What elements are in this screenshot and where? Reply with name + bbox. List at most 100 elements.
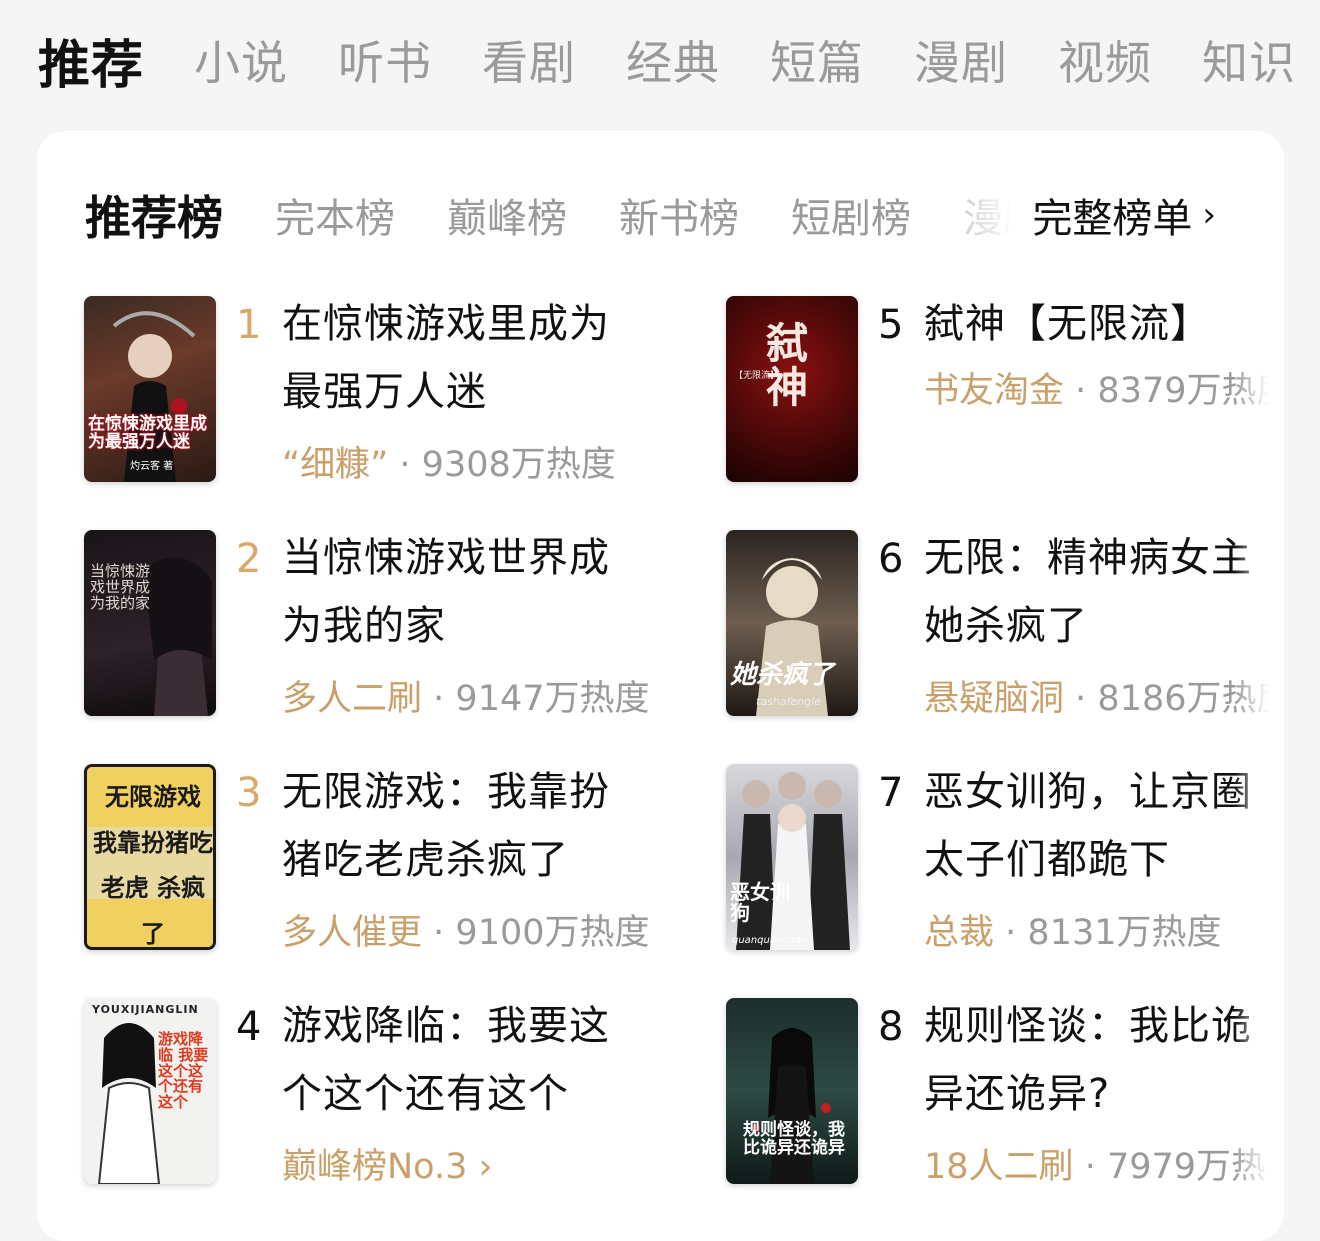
book-item[interactable]: 当惊悚游戏世界成为我的家 2 当惊悚游戏世界成 为我的家 多人二刷 · 9147… [84, 530, 650, 720]
book-tag: 悬疑脑洞 [924, 679, 1065, 719]
book-cover: 她杀疯了 tashafengle [726, 530, 858, 716]
book-heat: 7979万热度 [1106, 1147, 1269, 1187]
meta-separator: · [399, 445, 422, 485]
tab-audiobook[interactable]: 听书 [338, 27, 432, 93]
tab-knowledge[interactable]: 知识 [1202, 27, 1296, 93]
ranking-tabs-scroll[interactable]: 推荐榜 完本榜 巅峰榜 新书榜 短剧榜 漫剧榜 [85, 182, 1015, 248]
book-title-line: 游戏降临：我要这 [282, 1003, 610, 1049]
tab-shortdrama-list[interactable]: 短剧榜 [791, 186, 911, 244]
book-tag: 书友淘金 [924, 371, 1065, 411]
cover-art [144, 557, 212, 716]
book-meta: 多人二刷 · 9147万热度 [282, 670, 650, 721]
cover-en: YOUXIJIANGLIN [92, 1003, 199, 1016]
book-item[interactable]: 恶女训狗 quanquanquan 7 恶女训狗，让京圈 太子们都跪下 总裁 ·… [726, 764, 1286, 954]
book-cover: 在惊悚游戏里成为最强万人迷 灼云客 著 [84, 296, 216, 482]
book-meta[interactable]: 巅峰榜No.3 › [282, 1138, 493, 1189]
cover-title: 无限游戏 我靠扮猪吃老虎 杀疯了 [93, 783, 213, 948]
book-title-line: 她杀疯了 [924, 603, 1088, 649]
book-item[interactable]: 弑神 【无限流】 5 弑神【无限流】 书友淘金 · 8379万热度 [726, 296, 1286, 486]
book-meta: 总裁 · 8131万热度 [924, 904, 1269, 955]
rank-number: 6 [878, 536, 904, 582]
book-heat: 8186万热度 [1097, 679, 1269, 719]
book-cover: 当惊悚游戏世界成为我的家 [84, 530, 216, 716]
tab-video[interactable]: 视频 [1058, 27, 1152, 93]
meta-separator: · [1084, 1147, 1107, 1187]
cover-title: 当惊悚游戏世界成为我的家 [90, 562, 151, 612]
tab-drama[interactable]: 看剧 [482, 27, 576, 93]
book-meta: 书友淘金 · 8379万热度 [924, 362, 1269, 413]
book-item[interactable]: 她杀疯了 tashafengle 6 无限：精神病女主 她杀疯了 悬疑脑洞 · … [726, 530, 1286, 720]
book-tag: 多人二刷 [282, 679, 423, 719]
book-cover: YOUXIJIANGLIN 游戏降临 我要这个这个还有这个 [84, 998, 216, 1184]
book-title-line: 弑神【无限流】 [924, 301, 1211, 347]
book-title-line: 为我的家 [282, 603, 446, 649]
book-title-line: 当惊悚游戏世界成 [282, 535, 610, 581]
book-cover: 弑神 【无限流】 [726, 296, 858, 482]
cover-title: 规则怪谈，我比诡异还诡异 [743, 1120, 845, 1158]
book-heat: 8379万热度 [1097, 371, 1269, 411]
book-item[interactable]: 规则怪谈，我比诡异还诡异 8 规则怪谈：我比诡 异还诡异? 18人二刷 · 79… [726, 998, 1286, 1188]
book-heat: 8131万热度 [1027, 913, 1222, 953]
book-title-line: 在惊悚游戏里成为 [282, 301, 610, 347]
cover-art [112, 311, 196, 482]
cover-title: 她杀疯了 [730, 660, 835, 690]
tab-novel[interactable]: 小说 [194, 27, 288, 93]
book-title: 无限：精神病女主 她杀疯了 [924, 524, 1269, 660]
book-title: 当惊悚游戏世界成 为我的家 [282, 524, 642, 660]
book-tag: 巅峰榜No.3 [282, 1147, 468, 1187]
book-item[interactable]: 在惊悚游戏里成为最强万人迷 灼云客 著 1 在惊悚游戏里成为 最强万人迷 “细糠… [84, 296, 644, 486]
book-cover: 恶女训狗 quanquanquan [726, 764, 858, 950]
cover-en: quanquanquan [732, 935, 808, 946]
cover-title: 弑神 [766, 319, 809, 413]
book-meta: “细糠” · 9308万热度 [282, 436, 616, 487]
book-tag: 多人催更 [282, 913, 423, 953]
tab-short[interactable]: 短篇 [770, 27, 864, 93]
tab-recommend[interactable]: 推荐 [38, 23, 144, 98]
book-title-line: 无限游戏：我靠扮 [282, 769, 610, 815]
cover-title: 游戏降临 我要这个这个还有这个 [158, 1030, 209, 1111]
tab-peak-list[interactable]: 巅峰榜 [447, 186, 567, 244]
rank-number: 4 [236, 1004, 262, 1050]
book-tag: 总裁 [924, 913, 995, 953]
rank-number: 5 [878, 302, 904, 348]
tab-completed-list[interactable]: 完本榜 [275, 186, 395, 244]
book-meta: 悬疑脑洞 · 8186万热度 [924, 670, 1269, 721]
tab-new-list[interactable]: 新书榜 [619, 186, 739, 244]
book-meta: 多人催更 · 9100万热度 [282, 904, 650, 955]
book-item[interactable]: YOUXIJIANGLIN 游戏降临 我要这个这个还有这个 4 游戏降临：我要这… [84, 998, 644, 1188]
rank-number: 8 [878, 1004, 904, 1050]
cover-title: 恶女训狗 [730, 880, 790, 925]
book-tag: 18人二刷 [924, 1147, 1074, 1187]
book-item[interactable]: 无限游戏 我靠扮猪吃老虎 杀疯了 3 无限游戏：我靠扮 猪吃老虎杀疯了 多人催更… [84, 764, 650, 954]
book-title-line: 猪吃老虎杀疯了 [282, 837, 569, 883]
tab-comic-drama[interactable]: 漫剧 [914, 27, 1008, 93]
tab-recommend-list[interactable]: 推荐榜 [85, 182, 223, 248]
cover-sub: 【无限流】 [734, 371, 780, 381]
book-cover: 规则怪谈，我比诡异还诡异 [726, 998, 858, 1184]
meta-separator: · [1005, 913, 1028, 953]
ranking-card: 推荐榜 完本榜 巅峰榜 新书榜 短剧榜 漫剧榜 完整榜单 › 在惊悚游戏里成为最… [37, 131, 1284, 1241]
tab-comicdrama-list[interactable]: 漫剧榜 [963, 186, 1015, 244]
book-title: 规则怪谈：我比诡 异还诡异? [924, 992, 1269, 1128]
book-title-line: 规则怪谈：我比诡 [924, 1003, 1252, 1049]
book-title: 在惊悚游戏里成为 最强万人迷 [282, 290, 642, 426]
book-cover: 无限游戏 我靠扮猪吃老虎 杀疯了 [84, 764, 216, 950]
book-heat: 9100万热度 [455, 913, 650, 953]
book-heat: 9147万热度 [455, 679, 650, 719]
book-title-line: 最强万人迷 [282, 369, 487, 415]
rank-number: 1 [236, 302, 262, 348]
book-title-line: 异还诡异? [924, 1071, 1111, 1117]
chevron-right-icon: › [1202, 195, 1216, 235]
book-heat: 9308万热度 [421, 445, 616, 485]
cover-en: tashafengle [756, 695, 821, 708]
ranking-tabs: 推荐榜 完本榜 巅峰榜 新书榜 短剧榜 漫剧榜 完整榜单 › [85, 183, 1254, 247]
tab-classic[interactable]: 经典 [626, 27, 720, 93]
chevron-right-icon: › [478, 1147, 493, 1187]
meta-separator: · [433, 679, 456, 719]
full-list-link[interactable]: 完整榜单 › [1024, 183, 1216, 247]
book-title: 无限游戏：我靠扮 猪吃老虎杀疯了 [282, 758, 642, 894]
book-meta: 18人二刷 · 7979万热度 [924, 1138, 1269, 1189]
book-title: 恶女训狗，让京圈 太子们都跪下 [924, 758, 1269, 894]
book-title: 弑神【无限流】 [924, 290, 1269, 358]
book-title-line: 个这个还有这个 [282, 1071, 569, 1117]
